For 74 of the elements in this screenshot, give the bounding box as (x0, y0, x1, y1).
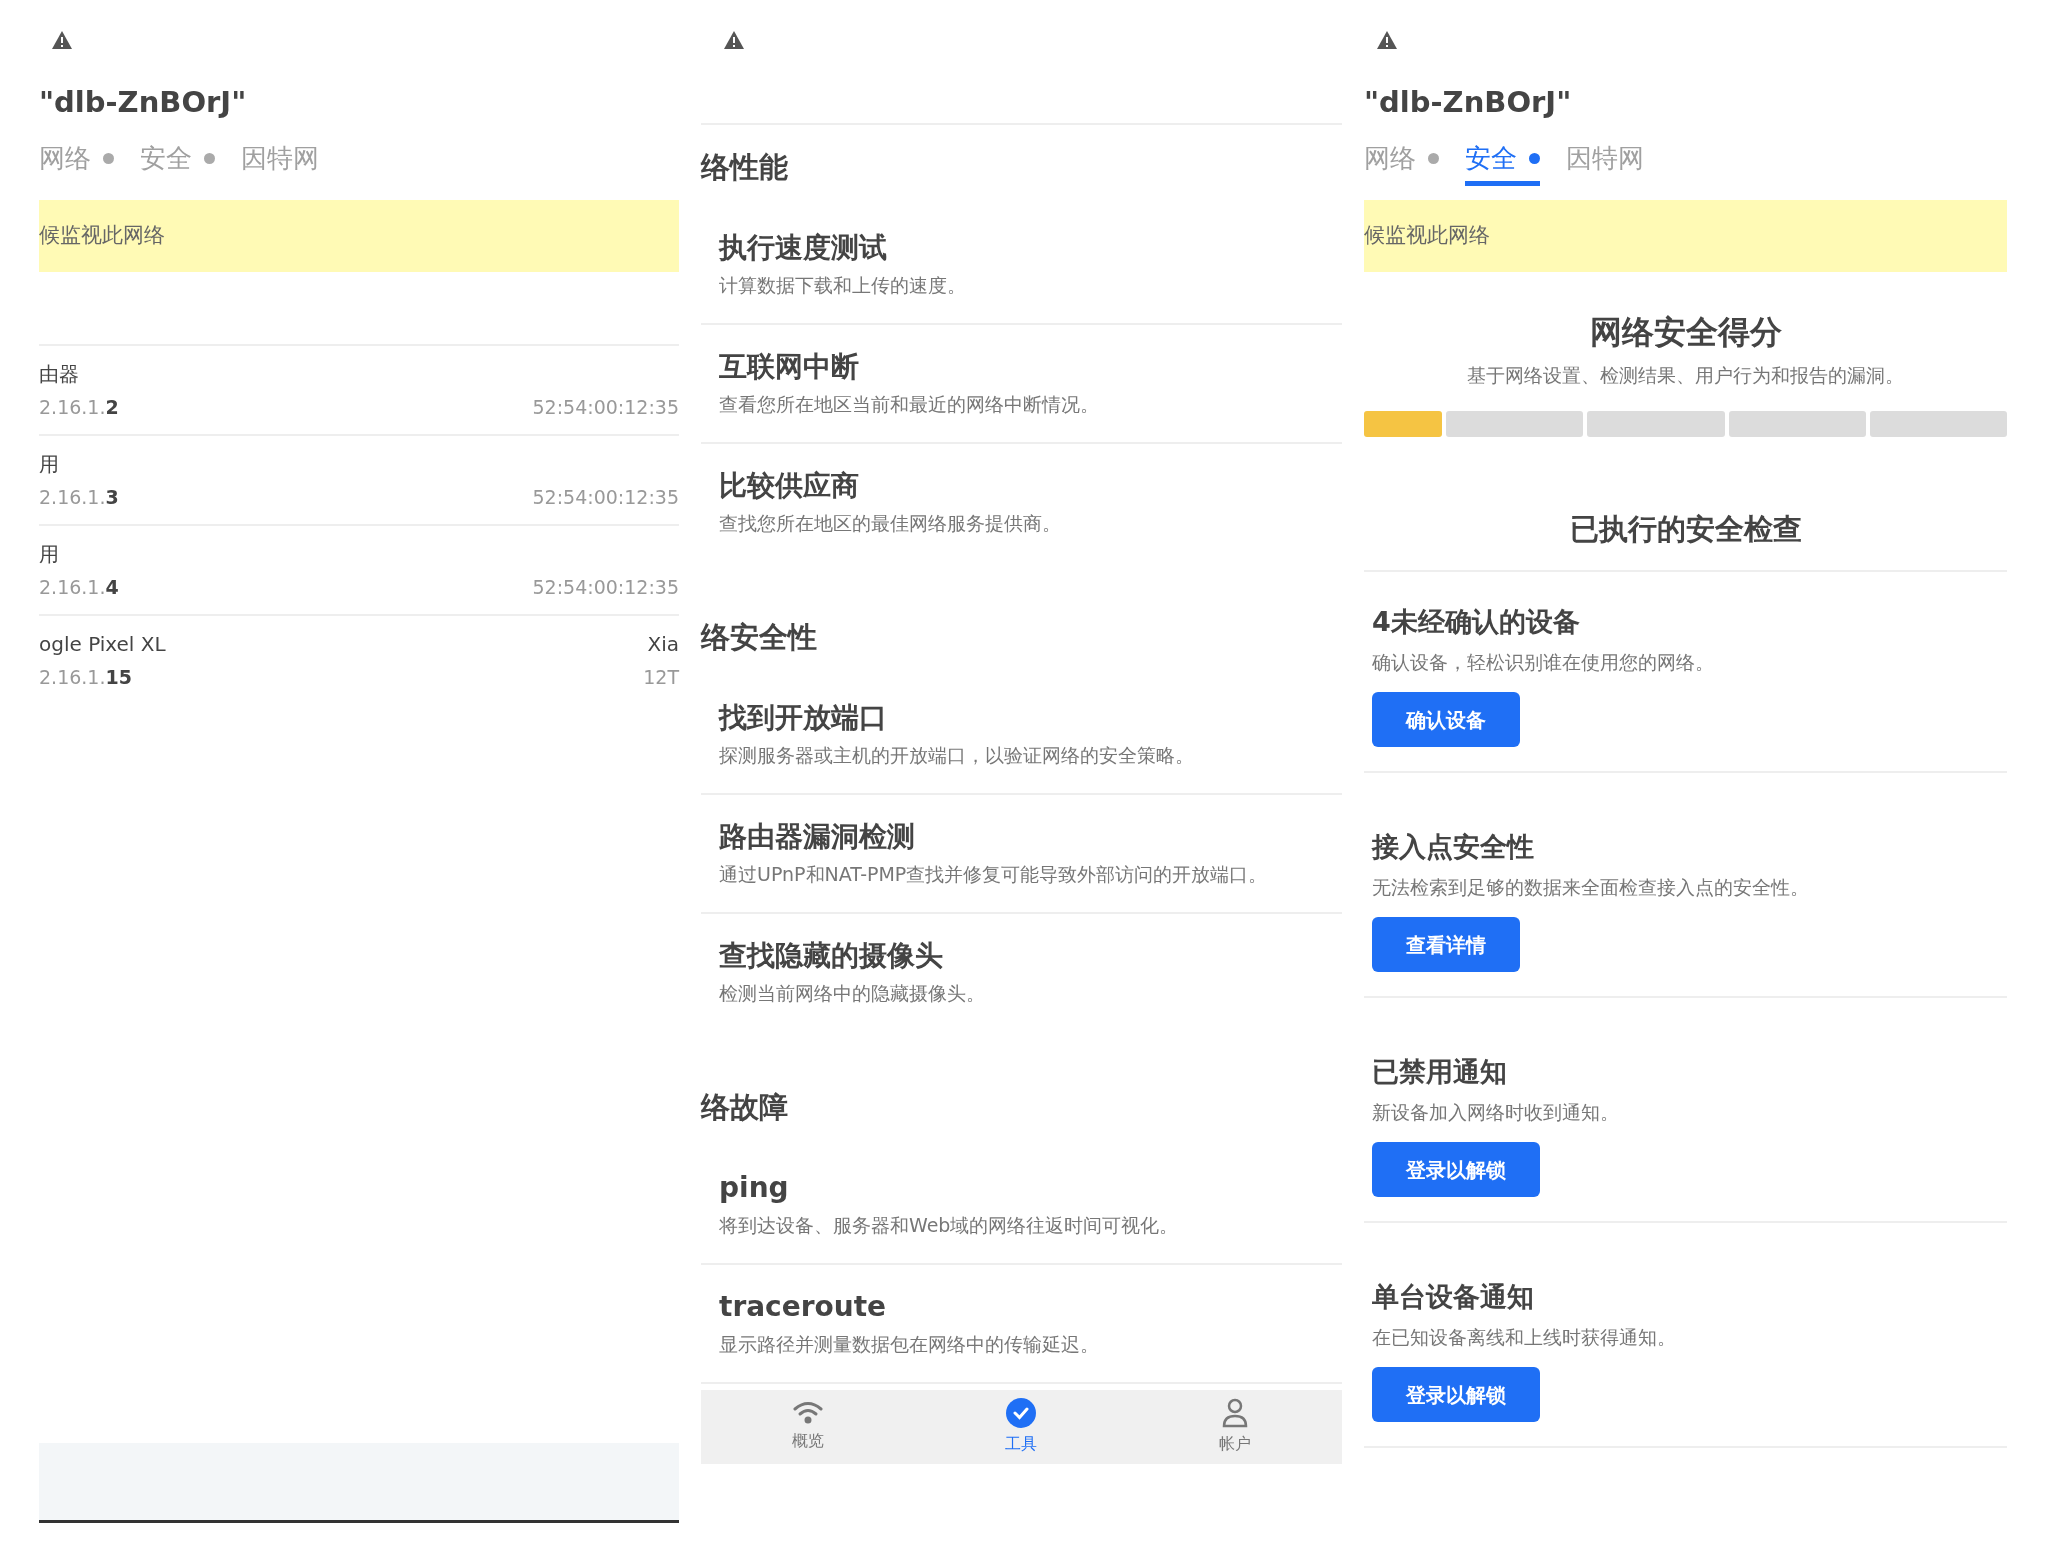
tab[interactable]: 网络 (1364, 145, 1439, 186)
device-name: 用 (39, 453, 59, 474)
network-name: "dlb-ZnBOrJ" (1364, 88, 1573, 117)
tool-title: 执行速度测试 (719, 234, 888, 262)
tool-description: 查看您所在地区当前和最近的网络中断情况。 (719, 395, 1100, 414)
section-heading: 络故障 (701, 1093, 789, 1122)
tool-item[interactable]: 比较供应商 查找您所在地区的最佳网络服务提供商。 (701, 444, 1342, 561)
ip-address: 2.16.1.3 (39, 487, 119, 507)
section-heading: 络安全性 (701, 623, 818, 652)
device-name: 用 (39, 543, 59, 564)
warning-icon (1376, 30, 1398, 50)
tool-description: 显示路径并测量数据包在网络中的传输延迟。 (719, 1335, 1100, 1354)
ip-address: 2.16.1.4 (39, 577, 119, 597)
warning-icon (723, 30, 745, 50)
tool-description: 计算数据下载和上传的速度。 (719, 276, 967, 295)
tab[interactable]: 因特网 (1566, 145, 1644, 186)
action-button[interactable]: 登录以解锁 (1372, 1367, 1540, 1422)
tool-item[interactable]: traceroute 显示路径并测量数据包在网络中的传输延迟。 (701, 1265, 1342, 1384)
check-description: 在已知设备离线和上线时获得通知。 (1372, 1328, 1677, 1347)
tool-item[interactable]: 互联网中断 查看您所在地区当前和最近的网络中断情况。 (701, 325, 1342, 444)
check-title: 已禁用通知 (1372, 1058, 1508, 1085)
monitoring-banner: 候监视此网络 (1364, 200, 2007, 272)
ip-address: 2.16.1.2 (39, 397, 119, 417)
tool-description: 查找您所在地区的最佳网络服务提供商。 (719, 514, 1062, 533)
tool-item[interactable]: 路由器漏洞检测 通过UPnP和NAT-PMP查找并修复可能导致外部访问的开放端口。 (701, 795, 1342, 914)
section-heading: 络性能 (701, 153, 789, 182)
score-description: 基于网络设置、检测结果、用户行为和报告的漏洞。 (1466, 366, 1905, 385)
network-name: "dlb-ZnBOrJ" (39, 88, 248, 117)
tab[interactable]: 安全 (1465, 145, 1540, 186)
device-detail: 52:54:00:12:35 (532, 487, 679, 507)
check-description: 确认设备，轻松识别谁在使用您的网络。 (1372, 653, 1715, 672)
tab[interactable]: 网络 (39, 145, 114, 186)
checks-heading: 已执行的安全检查 (1364, 515, 2007, 572)
tool-item[interactable]: 查找隐藏的摄像头 检测当前网络中的隐藏摄像头。 (701, 914, 1342, 1031)
warning-icon (51, 30, 73, 50)
tool-title: 互联网中断 (719, 353, 860, 381)
nav-tab[interactable]: 帐户 (1219, 1398, 1252, 1456)
check-title: 接入点安全性 (1372, 833, 1535, 860)
action-button[interactable]: 查看详情 (1372, 917, 1520, 972)
action-button[interactable]: 登录以解锁 (1372, 1142, 1540, 1197)
tool-description: 将到达设备、服务器和Web域的网络往返时间可视化。 (719, 1216, 1180, 1235)
device-detail: 52:54:00:12:35 (532, 577, 679, 597)
score-title: 网络安全得分 (1588, 316, 1783, 348)
device-name: 由器 (39, 363, 79, 384)
ip-address: 2.16.1.15 (39, 667, 132, 687)
tab[interactable]: 因特网 (241, 145, 319, 186)
tool-title: 路由器漏洞检测 (719, 823, 916, 851)
tool-item[interactable]: 找到开放端口 探测服务器或主机的开放端口，以验证网络的安全策略。 (701, 676, 1342, 795)
check-title: 单台设备通知 (1372, 1283, 1535, 1310)
tool-item[interactable]: 执行速度测试 计算数据下载和上传的速度。 (701, 206, 1342, 325)
check-description: 无法检索到足够的数据来全面检查接入点的安全性。 (1372, 878, 1810, 897)
tool-title: 找到开放端口 (719, 704, 888, 732)
monitoring-banner: 候监视此网络 (39, 200, 679, 272)
tab[interactable]: 安全 (140, 145, 215, 186)
device-detail: 52:54:00:12:35 (532, 397, 679, 417)
tool-title: ping (719, 1174, 790, 1202)
action-button[interactable]: 确认设备 (1372, 692, 1520, 747)
device-detail: 12T (643, 667, 679, 687)
device-name: ogle Pixel XL (39, 633, 166, 654)
nav-tab[interactable]: 工具 (1005, 1398, 1038, 1456)
person-icon (1221, 1398, 1250, 1428)
device-vendor: Xia (647, 633, 679, 654)
tool-item[interactable]: ping 将到达设备、服务器和Web域的网络往返时间可视化。 (701, 1146, 1342, 1265)
tool-title: 比较供应商 (719, 472, 860, 500)
check-description: 新设备加入网络时收到通知。 (1372, 1103, 1620, 1122)
tool-title: traceroute (719, 1293, 888, 1321)
nav-tab[interactable]: 概览 (791, 1401, 824, 1453)
wifi-icon (792, 1401, 823, 1425)
check-icon (1006, 1398, 1037, 1428)
tool-title: 查找隐藏的摄像头 (719, 942, 944, 970)
check-title: 4未经确认的设备 (1372, 608, 1581, 635)
tool-description: 通过UPnP和NAT-PMP查找并修复可能导致外部访问的开放端口。 (719, 865, 1269, 884)
tool-description: 检测当前网络中的隐藏摄像头。 (719, 984, 986, 1003)
tool-description: 探测服务器或主机的开放端口，以验证网络的安全策略。 (719, 746, 1195, 765)
